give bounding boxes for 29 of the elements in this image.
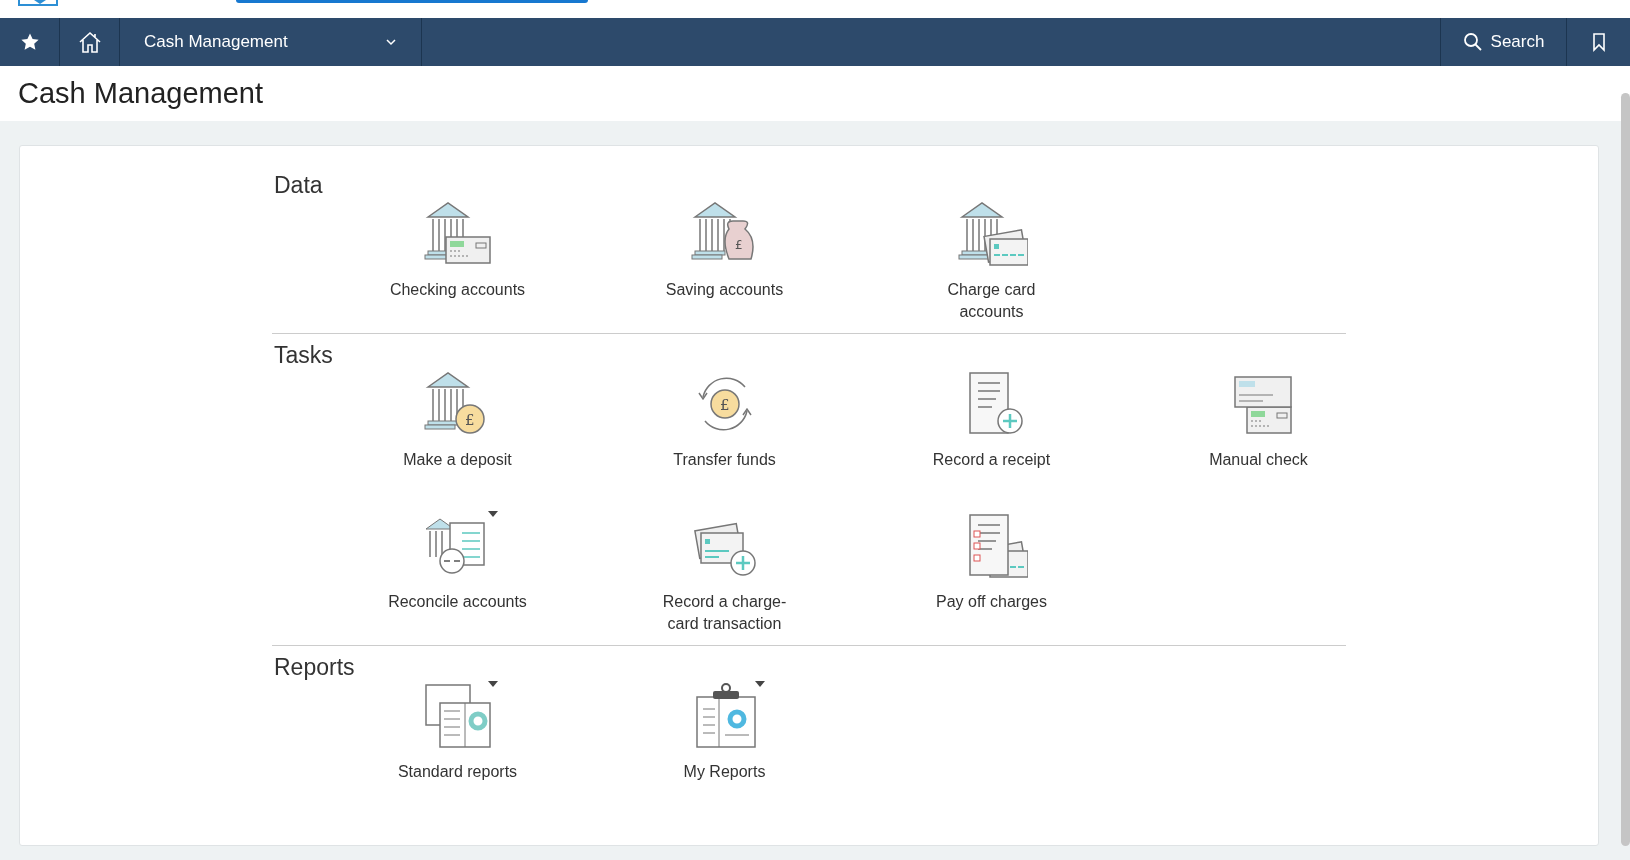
menu-tile[interactable]: Record a receipt	[858, 369, 1125, 497]
section-title: Reports	[273, 654, 356, 681]
page-title: Cash Management	[18, 77, 264, 110]
bookmark-icon	[1590, 32, 1607, 52]
menu-tile[interactable]: £ Make a deposit	[324, 369, 591, 497]
menu-tile[interactable]: Manual check	[1125, 369, 1392, 497]
search-button[interactable]: Search	[1441, 18, 1567, 66]
caret-icon[interactable]	[754, 681, 765, 687]
menu-tile[interactable]: Pay off charges	[858, 511, 1125, 639]
caret-icon[interactable]	[487, 681, 498, 687]
section-title: Data	[273, 172, 324, 199]
menu-tile[interactable]: Record a charge-card transaction	[591, 511, 858, 639]
chevron-down-icon	[385, 38, 397, 46]
section-title: Tasks	[273, 342, 334, 369]
menu-tile[interactable]: Charge card accounts	[858, 199, 1125, 327]
star-icon	[19, 32, 40, 52]
menu-tile[interactable]: Checking accounts	[324, 199, 591, 327]
caret-icon[interactable]	[487, 511, 498, 517]
menu-tile[interactable]: £ Saving accounts	[591, 199, 858, 327]
menu-tile[interactable]: Standard reports	[324, 681, 591, 809]
scrollbar[interactable]	[1621, 93, 1630, 846]
menu-tile[interactable]: Reconcile accounts	[324, 511, 591, 639]
search-icon	[1462, 32, 1483, 52]
menu-tile[interactable]: £ Transfer funds	[591, 369, 858, 497]
logo-icon	[18, 0, 58, 6]
home-icon	[77, 31, 102, 53]
bank-card-icon	[955, 199, 1028, 269]
module-dropdown[interactable]: Cash Management	[120, 18, 422, 66]
menu-tile[interactable]: My Reports	[591, 681, 858, 809]
